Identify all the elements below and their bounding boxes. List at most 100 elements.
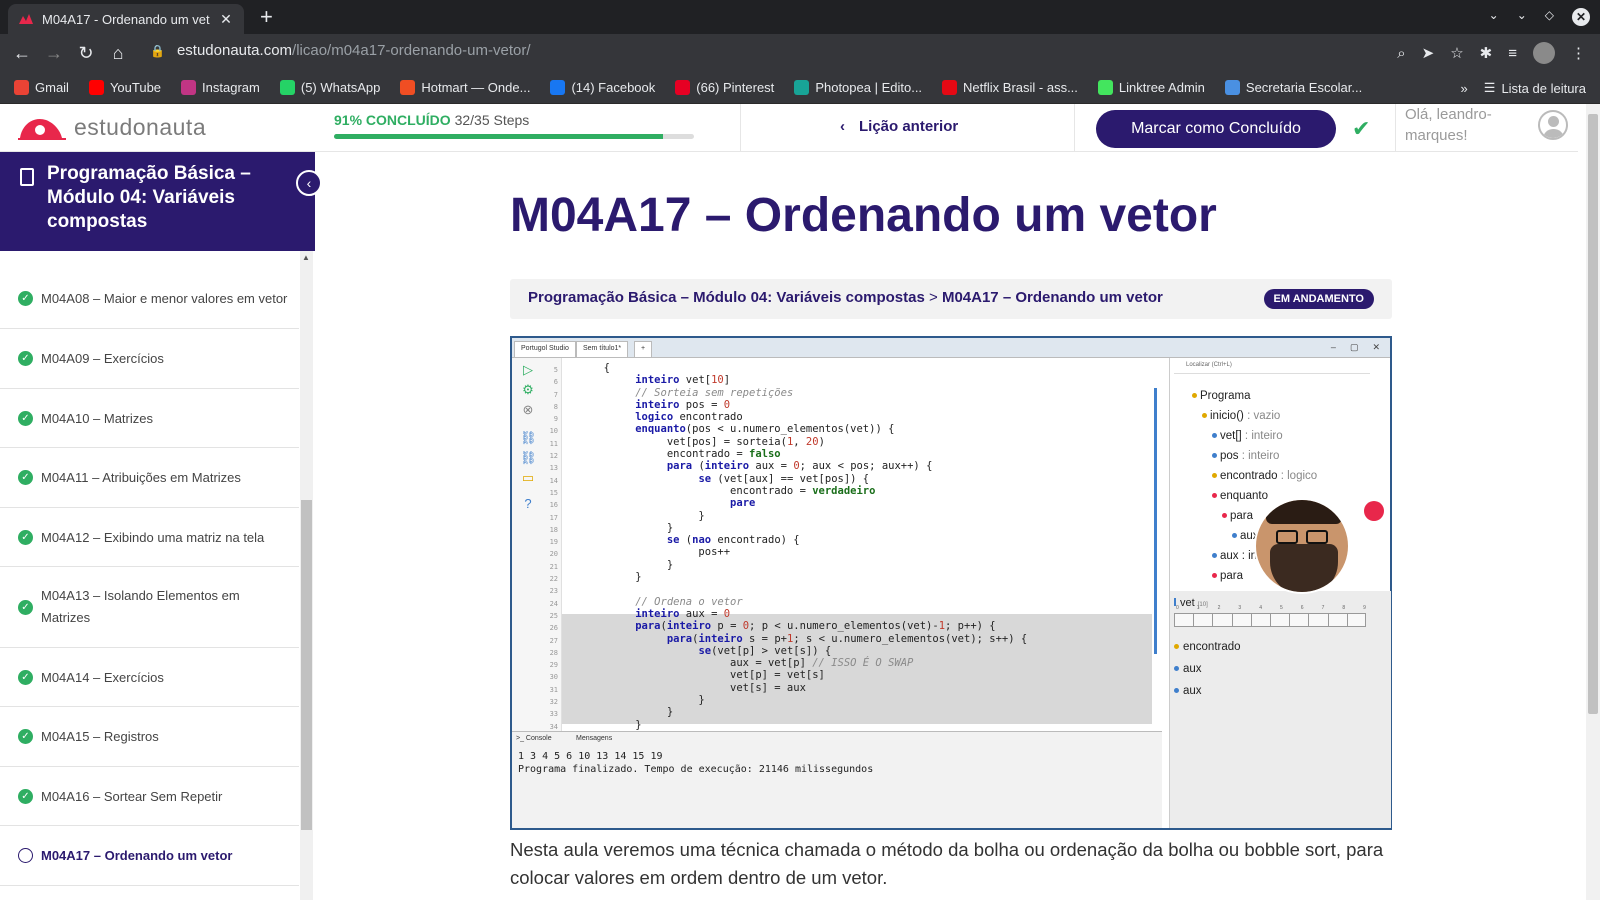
reload-icon[interactable]: ↻ — [70, 43, 102, 64]
scroll-up-icon[interactable]: ▲ — [302, 253, 310, 262]
bookmark-linktree[interactable]: Linktree Admin — [1097, 80, 1205, 95]
status-badge: EM ANDAMENTO — [1263, 289, 1374, 309]
lesson-label: M04A14 – Exercícios — [41, 669, 164, 685]
open-circle-icon — [18, 848, 33, 863]
netflix-icon — [942, 80, 958, 95]
lesson-list-scrollbar[interactable]: ▲ — [300, 251, 313, 900]
check-circle-icon: ✓ — [18, 529, 33, 545]
bookmark-secretaria[interactable]: Secretaria Escolar... — [1224, 80, 1362, 95]
check-circle-icon: ✓ — [18, 351, 33, 366]
collapse-sidebar-button[interactable]: ‹ — [296, 170, 322, 196]
folder-icon: ▭ — [521, 470, 535, 485]
breadcrumb-separator: > — [929, 289, 938, 306]
lesson-item[interactable]: ✓ M04A16 – Sortear Sem Repetir — [0, 767, 299, 826]
bookmark-label: (66) Pinterest — [696, 80, 775, 95]
link-icon: ⛓ — [520, 450, 537, 465]
bookmark-gmail[interactable]: Gmail — [14, 80, 69, 95]
mark-complete-button[interactable]: Marcar como Concluído — [1096, 110, 1336, 148]
lesson-item[interactable]: ✓ M04A11 – Atribuições em Matrizes — [0, 448, 299, 508]
check-circle-icon: ✓ — [18, 669, 33, 685]
media-icon[interactable]: ≡ — [1508, 45, 1517, 62]
bookmark-netflix[interactable]: Netflix Brasil - ass... — [942, 80, 1078, 95]
reading-list[interactable]: ☰ Lista de leitura — [1484, 80, 1586, 96]
tree-node: vet[] : inteiro — [1212, 430, 1283, 442]
lesson-label: M04A16 – Sortear Sem Repetir — [41, 788, 223, 804]
page-scrollbar[interactable] — [1586, 104, 1600, 900]
bookmark-star-icon[interactable]: ☆ — [1450, 44, 1463, 62]
forward-icon[interactable]: → — [38, 43, 70, 64]
browser-tab[interactable]: M04A17 - Ordenando um vet ✕ — [8, 4, 244, 34]
tab-search-icon[interactable]: ⌄ — [1489, 8, 1499, 26]
youtube-icon — [88, 80, 104, 95]
tree-node: para — [1222, 510, 1253, 522]
bookmark-label: Linktree Admin — [1118, 80, 1205, 95]
more-bookmarks-icon[interactable]: » — [1461, 81, 1468, 96]
tree-node: pos : inteiro — [1212, 450, 1279, 462]
facebook-icon — [550, 80, 566, 95]
tree-node: encontrado : logico — [1212, 470, 1317, 482]
instagram-icon — [181, 80, 197, 95]
bookmark-youtube[interactable]: YouTube — [88, 80, 162, 95]
bookmark-facebook[interactable]: (14) Facebook — [550, 80, 655, 95]
bookmark-whatsapp[interactable]: (5) WhatsApp — [279, 80, 380, 95]
header-divider — [1395, 104, 1396, 152]
check-circle-icon: ✓ — [18, 788, 33, 804]
lesson-item[interactable]: ✓ M04A15 – Registros — [0, 707, 299, 767]
photopea-icon — [794, 80, 810, 95]
bookmark-photopea[interactable]: Photopea | Edito... — [794, 80, 922, 95]
user-avatar[interactable] — [1538, 110, 1568, 140]
help-icon: ? — [524, 496, 532, 511]
tree-node: enquanto — [1212, 490, 1268, 502]
lesson-list-scrollbar-thumb[interactable] — [301, 500, 312, 830]
menu-icon[interactable]: ⋮ — [1571, 44, 1586, 62]
lesson-item-current[interactable]: M04A17 – Ordenando um vetor — [0, 826, 299, 886]
restore-icon[interactable]: ◇ — [1545, 8, 1554, 26]
bookmark-label: YouTube — [109, 80, 162, 95]
previous-lesson-link[interactable]: ‹ Lição anterior — [840, 118, 958, 135]
page-scrollbar-thumb[interactable] — [1588, 114, 1598, 714]
zoom-icon[interactable]: ⌕ — [1397, 45, 1405, 62]
variable-inspector: vet [10] 0123456789 encontrado aux aux — [1170, 591, 1391, 828]
whatsapp-icon — [279, 80, 295, 95]
check-icon: ✔ — [1352, 116, 1371, 141]
lesson-item[interactable]: ✓ M04A12 – Exibindo uma matriz na tela — [0, 508, 299, 567]
send-icon[interactable]: ➤ — [1422, 44, 1435, 62]
breadcrumb-course-link[interactable]: Programação Básica – Módulo 04: Variávei… — [528, 289, 925, 306]
previous-lesson-label: Lição anterior — [859, 118, 959, 135]
progress-bar-fill — [334, 134, 664, 139]
bookmark-pinterest[interactable]: (66) Pinterest — [675, 80, 774, 95]
pinterest-icon — [675, 80, 691, 95]
tab-close-icon[interactable]: ✕ — [218, 11, 234, 28]
lesson-label: M04A17 – Ordenando um vetor — [41, 848, 233, 863]
window-close-icon[interactable]: ✕ — [1572, 8, 1590, 26]
lesson-label: M04A11 – Atribuições em Matrizes — [41, 470, 241, 485]
bookmark-hotmart[interactable]: Hotmart — Onde... — [400, 80, 530, 95]
console-tab: >_ Console — [516, 735, 552, 742]
lesson-item[interactable]: ✓ M04A09 – Exercícios — [0, 329, 299, 389]
home-icon[interactable]: ⌂ — [102, 43, 134, 64]
new-tab-button[interactable]: + — [260, 6, 273, 28]
lock-icon: 🔒 — [150, 43, 165, 58]
lesson-item[interactable]: ✓ M04A14 – Exercícios — [0, 648, 299, 707]
minimize-icon[interactable]: ⌄ — [1517, 8, 1527, 26]
ide-tab-home: Portugol Studio — [514, 341, 576, 357]
tree-node: aux : in — [1212, 550, 1257, 562]
lesson-item[interactable]: ✓ M04A10 – Matrizes — [0, 389, 299, 448]
lesson-item[interactable]: ✓ M04A08 – Maior e menor valores em vetor — [0, 269, 299, 329]
ide-tab-file: Sem título1* — [576, 341, 629, 357]
back-icon[interactable]: ← — [6, 43, 38, 64]
lesson-item[interactable]: ✓ M04A13 – Isolando Elementos em Matrizes — [0, 567, 299, 648]
extensions-icon[interactable]: ✱ — [1480, 44, 1493, 62]
address-bar[interactable]: 🔒 estudonauta.com/licao/m04a17-ordenando… — [150, 42, 531, 59]
profile-avatar[interactable] — [1533, 42, 1555, 64]
lesson-video[interactable]: Portugol Studio Sem título1* + – ▢ ✕ ▷ ⚙ ⊗… — [510, 336, 1392, 830]
chevron-left-icon: ‹ — [840, 118, 845, 135]
check-circle-icon: ✓ — [18, 410, 33, 426]
header-divider — [1074, 104, 1075, 152]
secretaria-icon — [1224, 80, 1240, 95]
logo[interactable]: estudonauta — [16, 112, 206, 142]
bookmark-instagram[interactable]: Instagram — [181, 80, 260, 95]
bookmarks-right: » ☰ Lista de leitura — [1461, 72, 1586, 104]
ide-gutter: ▷ ⚙ ⊗ ⛓ ⛓ ▭ ? 5 6 7 8 9 10 11 12 13 14 15 16 17 18 19 2… — [512, 358, 562, 731]
tree-node: inicio() : vazio — [1202, 410, 1280, 422]
